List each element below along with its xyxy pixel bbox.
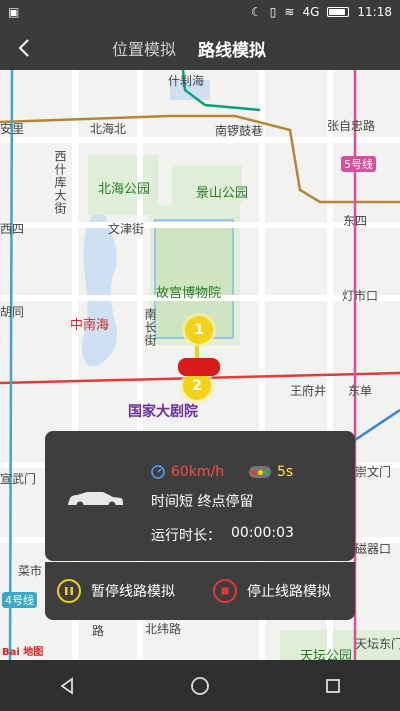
traffic-light-icon <box>249 466 271 478</box>
route-marker-start[interactable]: 1 <box>185 316 213 344</box>
chevron-left-icon <box>18 39 29 57</box>
runtime-display: 运行时长： 00:00:03 <box>151 525 294 545</box>
nav-back-button[interactable] <box>47 666 87 706</box>
label-beihaipark: 北海公园 <box>98 182 151 197</box>
route-actions-bar: 暂停线路模拟 停止线路模拟 <box>45 562 355 620</box>
route-mode-text: 时间短 终点停留 <box>151 494 254 510</box>
label-nanluoguxiang: 南锣鼓巷 <box>215 124 264 138</box>
label-zhongnanhai: 中南海 <box>70 318 110 333</box>
nav-home-button[interactable] <box>180 666 220 706</box>
stop-route-button[interactable]: 停止线路模拟 <box>213 579 331 603</box>
label-wangfujing: 王府井 <box>290 384 327 398</box>
label-lu: 路 <box>92 624 105 638</box>
label-nanchangjie: 南长街 <box>143 308 157 347</box>
pause-icon <box>57 579 81 603</box>
moon-icon: ☾ <box>251 5 262 19</box>
label-dongsi: 东四 <box>343 214 368 228</box>
label-hutong: 胡同 <box>0 305 25 319</box>
mode-tabs: 位置模拟 路线模拟 <box>112 36 266 61</box>
system-nav-bar <box>0 660 400 711</box>
label-xishikudajie: 西什库大街 <box>53 150 67 215</box>
nav-recents-button[interactable] <box>313 666 353 706</box>
status-left: ▣ <box>8 5 19 19</box>
tab-route-simulation[interactable]: 路线模拟 <box>198 36 266 61</box>
label-palacemuseum: 故宫博物院 <box>156 286 222 301</box>
label-dengshikou: 灯市口 <box>342 289 379 303</box>
label-anli: 安里 <box>0 122 25 136</box>
baidu-logo: Bai 地图 <box>2 647 44 658</box>
label-line4: 4号线 <box>2 592 37 608</box>
label-tiantanpark: 天坛公园 <box>300 649 353 660</box>
stop-icon <box>213 579 237 603</box>
top-nav-bar: 位置模拟 路线模拟 <box>0 26 400 70</box>
route-info-panel: 60km/h 5s 时间短 终点停留 运行时长： 00:00:03 <box>45 431 355 561</box>
stop-route-label: 停止线路模拟 <box>247 584 331 600</box>
label-xisi: 西四 <box>0 222 25 236</box>
speed-value: 60km/h <box>171 464 225 480</box>
label-line5: 5号线 <box>341 156 376 172</box>
status-bar: ▣ ☾ ▯ ≋ 4G 11:18 <box>0 0 400 26</box>
traffic-light-time: 5s <box>277 464 294 480</box>
label-caishikou: 菜市 <box>18 564 43 578</box>
circle-home-icon <box>191 676 209 695</box>
vibrate-icon: ▯ <box>269 5 277 19</box>
label-ncpa: 国家大剧院 <box>128 404 198 420</box>
speedometer-icon <box>151 465 165 479</box>
runtime-label: 运行时长： <box>151 528 221 544</box>
status-time: 11:18 <box>357 5 392 19</box>
label-jingshanpark: 景山公园 <box>196 186 249 201</box>
tab-location-simulation[interactable]: 位置模拟 <box>112 36 176 61</box>
car-icon <box>68 492 123 509</box>
triangle-back-icon <box>60 676 73 695</box>
label-cishikou: 磁器口 <box>355 542 392 556</box>
pause-route-button[interactable]: 暂停线路模拟 <box>57 579 175 603</box>
label-dongdan: 东单 <box>348 384 373 398</box>
label-xuanwumen: 宣武门 <box>0 472 37 486</box>
battery-icon <box>327 7 350 17</box>
runtime-value: 00:00:03 <box>231 525 294 541</box>
speed-display: 60km/h <box>151 464 224 480</box>
network-type: 4G <box>302 5 320 19</box>
label-wenjinjie: 文津街 <box>108 222 145 236</box>
simulated-car-icon <box>178 358 220 376</box>
app-notification-icon: ▣ <box>8 5 20 19</box>
route-marker-end[interactable]: 2 <box>183 372 211 400</box>
status-right: ☾ ▯ ≋ 4G 11:18 <box>251 5 392 19</box>
pause-route-label: 暂停线路模拟 <box>91 584 175 600</box>
wifi-icon: ≋ <box>284 5 295 19</box>
label-chongwenmen: 崇文门 <box>355 465 392 479</box>
label-shichahai: 什刹海 <box>168 74 205 88</box>
back-button[interactable] <box>12 34 36 62</box>
square-recents-icon <box>326 678 341 693</box>
traffic-light-display: 5s <box>249 464 293 480</box>
label-zhangzizhonglu: 张自忠路 <box>327 119 376 133</box>
label-beihaibei: 北海北 <box>90 122 127 136</box>
label-tiantandongmen: 天坛东门 <box>355 637 400 651</box>
label-beiweilu: 北纬路 <box>145 622 182 636</box>
